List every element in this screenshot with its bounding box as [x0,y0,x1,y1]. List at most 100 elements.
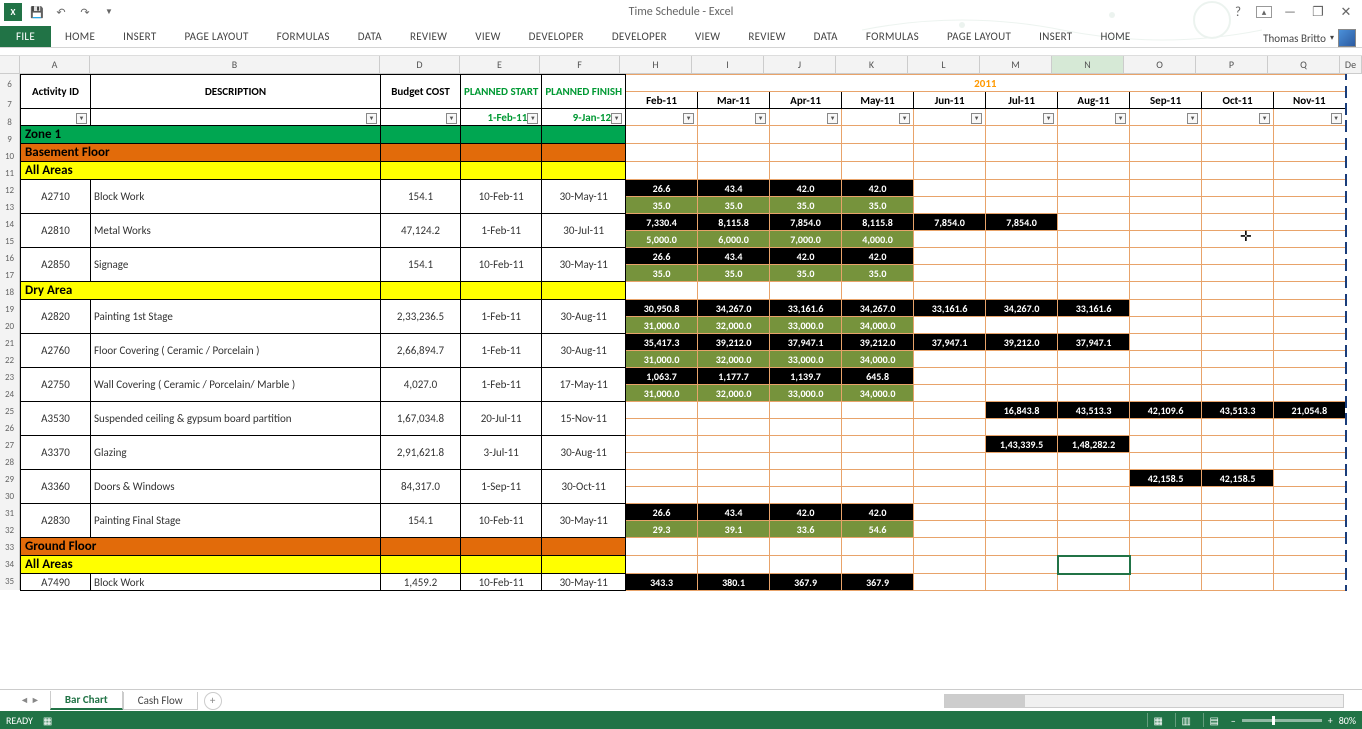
tab-view[interactable]: VIEW [681,26,734,47]
tab-file[interactable]: FILE [0,26,51,47]
tab-data[interactable]: DATA [344,26,396,47]
view-pagebreak-button[interactable]: ▤ [1203,713,1225,727]
horizontal-scrollbar[interactable] [944,694,1344,708]
save-button[interactable]: 💾 [26,1,48,23]
col-header-Q[interactable]: Q [1268,56,1340,73]
sheet-tab[interactable]: Cash Flow [123,692,198,710]
row-header[interactable]: 8 [0,114,20,131]
tab-insert[interactable]: INSERT [1025,26,1086,47]
row-header[interactable]: 19 [0,301,20,318]
row-header[interactable]: 10 [0,148,20,165]
restore-button[interactable]: ❐ [1308,2,1328,22]
row-header[interactable]: 16 [0,250,20,267]
qat-dropdown[interactable]: ▼ [98,1,120,23]
filter-dropdown-icon[interactable]: ▼ [755,113,766,124]
col-header-N[interactable]: N [1052,56,1124,73]
row-header[interactable]: 15 [0,233,20,250]
filter-dropdown-icon[interactable]: ▼ [366,113,377,124]
filter-dropdown-icon[interactable]: ▼ [1259,113,1270,124]
filter-dropdown-icon[interactable]: ▼ [683,113,694,124]
column-headers[interactable]: ABDEFHIJKLMNOPQDe [0,56,1362,74]
tab-review[interactable]: REVIEW [396,26,461,47]
help-button[interactable]: ? [1228,2,1248,22]
tab-insert[interactable]: INSERT [109,26,170,47]
col-header-overflow[interactable]: De [1340,56,1362,73]
tab-formulas[interactable]: FORMULAS [852,26,933,47]
col-header-F[interactable]: F [540,56,620,73]
row-headers[interactable]: 6789101112131415161718192021222324252627… [0,74,20,591]
minimize-button[interactable]: — [1280,2,1300,22]
row-header[interactable]: 31 [0,505,20,522]
view-normal-button[interactable]: ▦ [1147,713,1169,727]
row-header[interactable]: 7 [0,94,20,114]
row-header[interactable]: 14 [0,216,20,233]
filter-dropdown-icon[interactable]: ▼ [611,113,622,124]
col-header-P[interactable]: P [1196,56,1268,73]
select-all-corner[interactable] [0,56,20,73]
sheet-nav[interactable]: ◄► [20,695,40,706]
col-header-B[interactable]: B [90,56,380,73]
row-header[interactable]: 34 [0,556,20,573]
filter-dropdown-icon[interactable]: ▼ [76,113,87,124]
col-header-O[interactable]: O [1124,56,1196,73]
filter-dropdown-icon[interactable]: ▼ [1115,113,1126,124]
spreadsheet-grid[interactable]: Activity IDDESCRIPTIONBudget COSTPLANNED… [20,74,1347,591]
row-header[interactable]: 6 [0,74,20,94]
row-header[interactable]: 11 [0,165,20,182]
view-layout-button[interactable]: ▥ [1175,713,1197,727]
col-header-H[interactable]: H [620,56,692,73]
col-header-D[interactable]: D [380,56,460,73]
zoom-slider[interactable] [1242,719,1322,722]
filter-dropdown-icon[interactable]: ▼ [1187,113,1198,124]
filter-dropdown-icon[interactable]: ▼ [899,113,910,124]
row-header[interactable]: 27 [0,437,20,454]
row-header[interactable]: 9 [0,131,20,148]
row-header[interactable]: 29 [0,471,20,488]
row-header[interactable]: 35 [0,573,20,590]
row-header[interactable]: 30 [0,488,20,505]
zoom-in-button[interactable]: + [1328,714,1333,727]
row-header[interactable]: 13 [0,199,20,216]
row-header[interactable]: 12 [0,182,20,199]
worksheet-area[interactable]: ABDEFHIJKLMNOPQDe 6789101112131415161718… [0,56,1362,689]
tab-home[interactable]: HOME [51,26,109,47]
col-header-E[interactable]: E [460,56,540,73]
sheet-tab-active[interactable]: Bar Chart [50,691,123,710]
tab-home[interactable]: HOME [1086,26,1144,47]
redo-button[interactable]: ↷ [74,1,96,23]
col-header-J[interactable]: J [764,56,836,73]
tab-page-layout[interactable]: PAGE LAYOUT [933,26,1025,47]
tab-data[interactable]: DATA [800,26,852,47]
row-header[interactable]: 21 [0,335,20,352]
col-header-M[interactable]: M [980,56,1052,73]
user-account[interactable]: Thomas Britto ▾ [1263,29,1362,47]
row-header[interactable]: 22 [0,352,20,369]
filter-dropdown-icon[interactable]: ▼ [527,113,538,124]
tab-developer[interactable]: DEVELOPER [598,26,681,47]
close-button[interactable]: ✕ [1336,2,1356,22]
tab-page-layout[interactable]: PAGE LAYOUT [170,26,262,47]
row-header[interactable]: 28 [0,454,20,471]
row-header[interactable]: 32 [0,522,20,539]
row-header[interactable]: 20 [0,318,20,335]
tab-developer[interactable]: DEVELOPER [515,26,598,47]
tab-view[interactable]: VIEW [461,26,514,47]
add-sheet-button[interactable]: + [204,692,222,710]
filter-dropdown-icon[interactable]: ▼ [1043,113,1054,124]
tab-formulas[interactable]: FORMULAS [263,26,344,47]
row-header[interactable]: 25 [0,403,20,420]
row-header[interactable]: 18 [0,284,20,301]
ribbon-options-button[interactable]: ▴ [1256,6,1272,18]
row-header[interactable]: 23 [0,369,20,386]
filter-dropdown-icon[interactable]: ▼ [1331,113,1342,124]
col-header-K[interactable]: K [836,56,908,73]
col-header-L[interactable]: L [908,56,980,73]
macro-record-icon[interactable]: ▦ [43,714,52,727]
row-header[interactable]: 17 [0,267,20,284]
filter-dropdown-icon[interactable]: ▼ [827,113,838,124]
filter-dropdown-icon[interactable]: ▼ [446,113,457,124]
row-header[interactable]: 24 [0,386,20,403]
filter-dropdown-icon[interactable]: ▼ [971,113,982,124]
row-header[interactable]: 33 [0,539,20,556]
col-header-A[interactable]: A [20,56,90,73]
